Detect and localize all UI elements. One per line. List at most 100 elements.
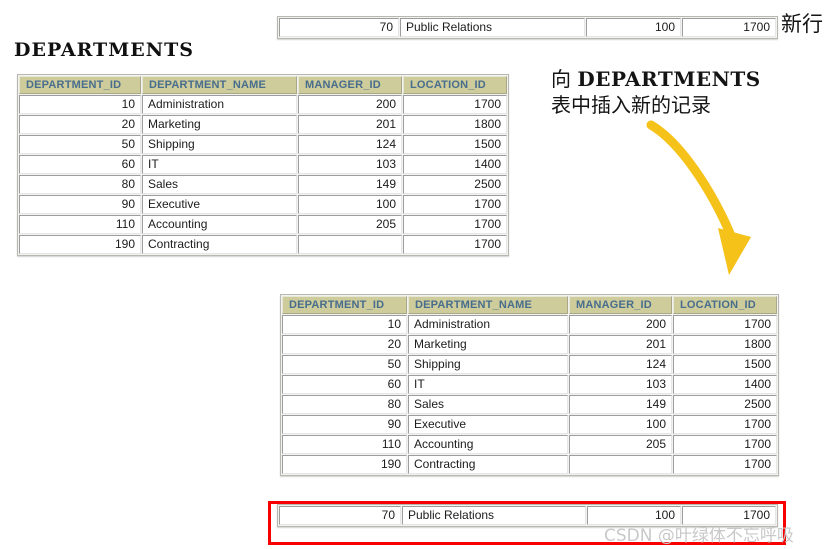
table-row: 60 IT 103 1400 [19,155,507,174]
column-header-location-id[interactable]: LOCATION_ID [673,296,777,314]
cell-department-id: 10 [19,95,141,114]
cell-department-id: 60 [19,155,141,174]
table-row: 50 Shipping 124 1500 [19,135,507,154]
cell-department-name: Contracting [142,235,297,254]
table-row: 20 Marketing 201 1800 [282,335,777,354]
cell-location-id: 1800 [403,115,507,134]
cell-department-name: Administration [142,95,297,114]
cell-manager-id: 103 [298,155,402,174]
cell-department-id: 60 [282,375,407,394]
annotation-line-2: 表中插入新的记录 [551,93,711,117]
cell-department-id: 20 [19,115,141,134]
page-title: DEPARTMENTS [14,39,194,61]
cell-department-name: Executive [408,415,568,434]
table-row: 70 Public Relations 100 1700 [279,18,776,37]
cell-location-id: 1400 [673,375,777,394]
cell-department-id: 50 [282,355,407,374]
column-header-department-id[interactable]: DEPARTMENT_ID [19,76,141,94]
annotation-table-name: DEPARTMENTS [577,67,761,91]
cell-location-id: 1700 [403,95,507,114]
cell-department-name: Sales [142,175,297,194]
arrow-shaft [646,120,737,243]
table-row: 80 Sales 149 2500 [282,395,777,414]
cell-manager-id: 200 [569,315,672,334]
cell-department-id: 20 [282,335,407,354]
cell-department-id: 90 [19,195,141,214]
table-after-body: 10 Administration 200 1700 20 Marketing 201 180… [282,315,777,474]
cell-location-id: 1400 [403,155,507,174]
cell-manager-id: 100 [569,415,672,434]
cell-manager-id: 201 [569,335,672,354]
column-header-manager-id[interactable]: MANAGER_ID [569,296,672,314]
new-row-strip: 70 Public Relations 100 1700 [277,16,778,39]
cell-department-id: 80 [282,395,407,414]
column-header-department-id[interactable]: DEPARTMENT_ID [282,296,407,314]
table-row: 110 Accounting 205 1700 [19,215,507,234]
cell-department-name: Accounting [408,435,568,454]
cell-manager-id: 149 [569,395,672,414]
cell-location-id: 2500 [403,175,507,194]
table-row: 90 Executive 100 1700 [19,195,507,214]
cell-department-id: 110 [19,215,141,234]
table-row: 10 Administration 200 1700 [282,315,777,334]
arrow-head [718,228,751,275]
column-header-manager-id[interactable]: MANAGER_ID [298,76,402,94]
table-row: 10 Administration 200 1700 [19,95,507,114]
cell-department-id: 190 [282,455,407,474]
cell-department-name: Accounting [142,215,297,234]
cell-department-id: 110 [282,435,407,454]
annotation-text: 向 DEPARTMENTS 表中插入新的记录 [551,66,761,118]
cell-department-name: Executive [142,195,297,214]
cell-manager-id: 205 [298,215,402,234]
table-row: 80 Sales 149 2500 [19,175,507,194]
table-row: 90 Executive 100 1700 [282,415,777,434]
table-row: 50 Shipping 124 1500 [282,355,777,374]
cell-department-name: Contracting [408,455,568,474]
cell-location-id: 1700 [673,455,777,474]
cell-department-id: 10 [282,315,407,334]
new-row-label: 新行 [781,12,823,36]
cell-manager-id [569,455,672,474]
cell-department-id: 70 [279,18,399,37]
cell-manager-id: 100 [586,18,681,37]
cell-manager-id: 200 [298,95,402,114]
cell-location-id: 1700 [403,215,507,234]
cell-department-name: IT [408,375,568,394]
cell-manager-id [298,235,402,254]
cell-department-name: Shipping [142,135,297,154]
cell-department-id: 50 [19,135,141,154]
column-header-department-name[interactable]: DEPARTMENT_NAME [408,296,568,314]
curved-arrow-icon [646,120,751,275]
cell-department-name: Sales [408,395,568,414]
cell-department-name: Administration [408,315,568,334]
cell-manager-id: 100 [298,195,402,214]
table-row: 20 Marketing 201 1800 [19,115,507,134]
cell-location-id: 1800 [673,335,777,354]
departments-table-after: DEPARTMENT_ID DEPARTMENT_NAME MANAGER_ID… [280,294,779,476]
cell-department-name: IT [142,155,297,174]
column-header-department-name[interactable]: DEPARTMENT_NAME [142,76,297,94]
cell-location-id: 1700 [673,315,777,334]
cell-department-name: Public Relations [400,18,585,37]
cell-location-id: 2500 [673,395,777,414]
annotation-line-1: 向 DEPARTMENTS [551,66,761,92]
column-header-location-id[interactable]: LOCATION_ID [403,76,507,94]
cell-location-id: 1700 [403,235,507,254]
cell-manager-id: 205 [569,435,672,454]
cell-location-id: 1700 [673,435,777,454]
cell-location-id: 1700 [403,195,507,214]
cell-location-id: 1500 [403,135,507,154]
cell-department-name: Shipping [408,355,568,374]
cell-manager-id: 149 [298,175,402,194]
table-row: 190 Contracting 1700 [19,235,507,254]
table-row: 190 Contracting 1700 [282,455,777,474]
departments-table-before: DEPARTMENT_ID DEPARTMENT_NAME MANAGER_ID… [17,74,509,256]
cell-location-id: 1700 [673,415,777,434]
table-row: 110 Accounting 205 1700 [282,435,777,454]
cell-manager-id: 124 [298,135,402,154]
cell-department-id: 190 [19,235,141,254]
cell-department-name: Marketing [142,115,297,134]
cell-manager-id: 201 [298,115,402,134]
table-header-row: DEPARTMENT_ID DEPARTMENT_NAME MANAGER_ID… [19,76,507,94]
cell-manager-id: 124 [569,355,672,374]
